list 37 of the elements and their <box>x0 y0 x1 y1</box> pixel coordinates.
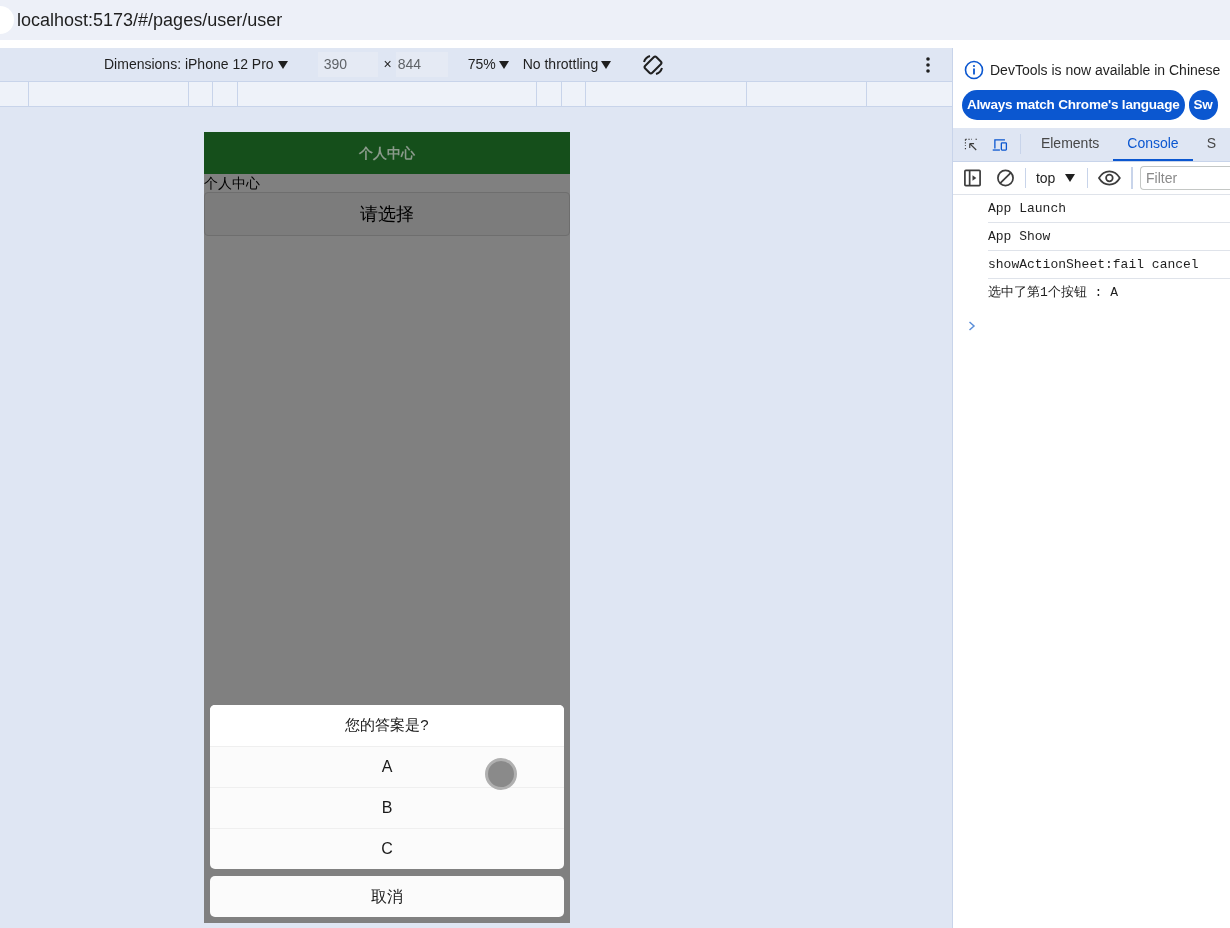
zoom-dropdown[interactable]: 75% <box>467 54 509 75</box>
filter-field[interactable]: Filter <box>1140 166 1230 190</box>
caret-icon <box>498 60 509 69</box>
eye-icon[interactable] <box>1098 170 1122 186</box>
width-field[interactable]: 390 <box>317 52 378 77</box>
action-sheet-option[interactable]: B <box>210 787 564 828</box>
nav-bar-title: 个人中心 <box>204 132 570 174</box>
caret-icon <box>1065 174 1076 182</box>
devtools-tab[interactable]: Elements <box>1026 128 1114 161</box>
language-button[interactable]: Sw <box>1188 90 1218 120</box>
devtools-tab[interactable]: Console <box>1113 128 1193 161</box>
devtools-tab[interactable]: S <box>1192 128 1230 161</box>
caret-icon <box>601 60 612 69</box>
console-message: showActionSheet:fail cancel <box>988 251 1230 279</box>
times-label: × <box>382 55 393 74</box>
console-message: App Launch <box>988 195 1230 223</box>
cancel-button[interactable]: 取消 <box>210 876 564 917</box>
select-button[interactable]: 请选择 <box>204 192 570 236</box>
height-field[interactable]: 844 <box>395 52 448 77</box>
language-button[interactable]: Always match Chrome's language <box>962 90 1185 120</box>
language-notice: DevTools is now available in Chinese <box>990 60 1221 80</box>
caret-icon <box>277 60 288 69</box>
info-icon <box>964 60 984 80</box>
prompt-chevron-icon <box>968 321 976 331</box>
context-dropdown[interactable]: top <box>1035 167 1076 189</box>
console-message: 选中了第1个按钮 : A <box>988 284 1119 303</box>
action-sheet-title: 您的答案是? <box>210 705 564 746</box>
clear-console-icon[interactable] <box>996 168 1015 188</box>
action-sheet-option[interactable]: C <box>210 828 564 869</box>
address-url[interactable]: localhost:5173/#/pages/user/user <box>17 6 283 34</box>
device-dropdown[interactable]: Dimensions: iPhone 12 Pro <box>104 54 288 75</box>
throttling-dropdown[interactable]: No throttling <box>522 54 612 75</box>
console-message: App Show <box>988 223 1230 251</box>
page-text: 个人中心 <box>204 174 261 192</box>
rotate-icon[interactable] <box>641 52 666 77</box>
more-icon[interactable] <box>926 56 930 73</box>
sidebar-toggle-icon[interactable] <box>963 168 982 188</box>
